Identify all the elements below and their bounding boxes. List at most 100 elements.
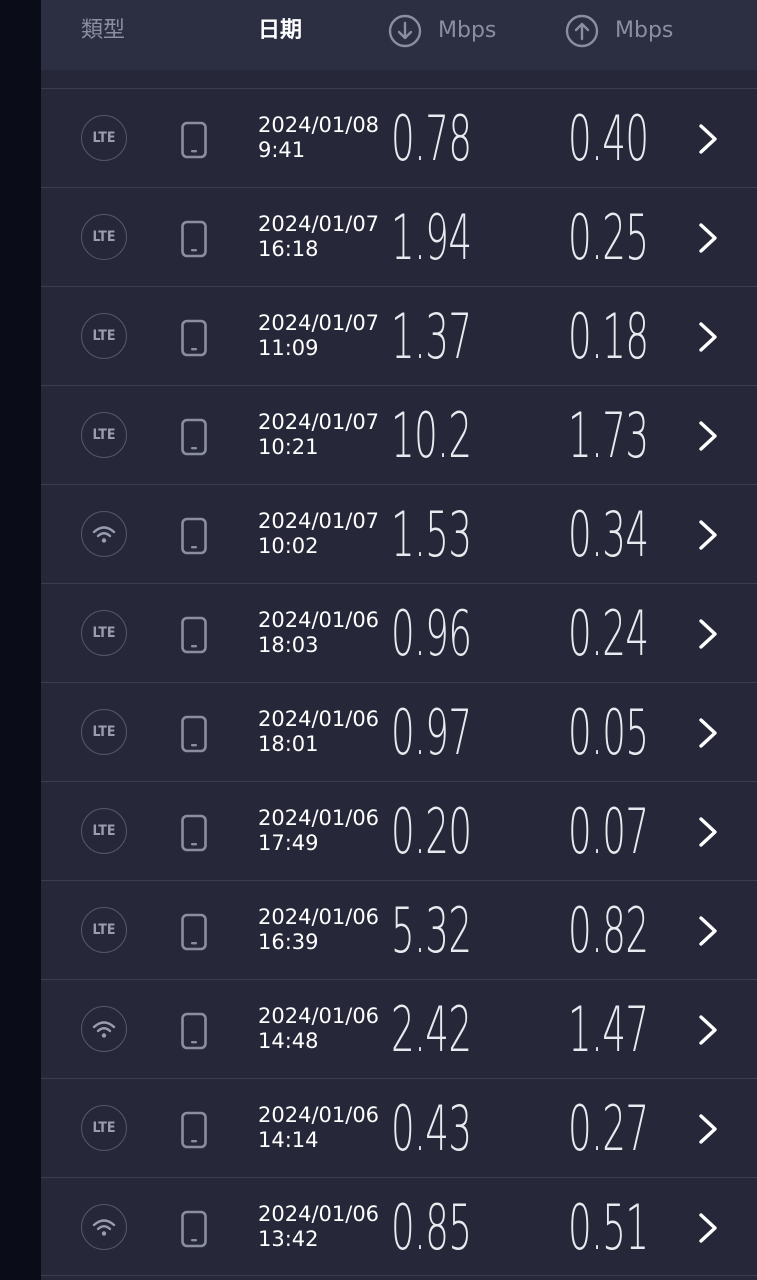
- connection-type-badge: LTE: [81, 313, 127, 359]
- download-speed: 0.43: [391, 1092, 472, 1165]
- connection-type-badge: LTE: [81, 115, 127, 161]
- chevron-right-icon[interactable]: [697, 519, 719, 551]
- result-datetime: 2024/01/07 16:18: [258, 212, 379, 262]
- upload-speed: 0.07: [568, 795, 649, 868]
- result-date: 2024/01/06: [258, 1103, 380, 1127]
- results-header: 類型 日期 Mbps Mbps: [41, 0, 757, 70]
- result-date: 2024/01/06: [258, 806, 380, 830]
- result-row[interactable]: LTE 2024/01/07 11:09 1.37 0.18: [41, 286, 757, 385]
- download-speed: 0.20: [391, 795, 472, 868]
- connection-type-badge: LTE: [81, 412, 127, 458]
- download-speed: 1.37: [391, 300, 472, 373]
- chevron-right-icon[interactable]: [697, 1113, 719, 1145]
- header-download-unit: Mbps: [438, 18, 497, 43]
- result-time: 14:14: [258, 1128, 319, 1152]
- phone-icon: [180, 1111, 208, 1149]
- result-datetime: 2024/01/06 16:39: [258, 905, 379, 955]
- result-row[interactable]: LTE 2024/01/06 17:49 0.20 0.07: [41, 781, 757, 880]
- result-time: 18:03: [258, 633, 319, 657]
- chevron-right-icon[interactable]: [697, 1014, 719, 1046]
- result-time: 11:09: [258, 336, 319, 360]
- wifi-icon: [81, 1204, 127, 1250]
- header-upload-column[interactable]: Mbps: [565, 14, 673, 48]
- result-time: 14:48: [258, 1029, 319, 1053]
- header-date-label[interactable]: 日期: [258, 14, 302, 48]
- chevron-right-icon[interactable]: [697, 816, 719, 848]
- phone-icon: [180, 319, 208, 357]
- chevron-right-icon[interactable]: [697, 123, 719, 155]
- connection-type-badge: LTE: [81, 214, 127, 260]
- results-list: LTE 2024/01/08 9:41 0.78 0.40 LTE 2024/0…: [41, 88, 757, 1276]
- download-speed: 1.94: [391, 201, 472, 274]
- wifi-icon: [81, 511, 127, 557]
- result-time: 13:42: [258, 1227, 319, 1251]
- chevron-right-icon[interactable]: [697, 717, 719, 749]
- upload-speed: 0.40: [568, 102, 649, 175]
- phone-icon: [180, 418, 208, 456]
- connection-type-badge: LTE: [81, 907, 127, 953]
- upload-speed: 0.18: [568, 300, 649, 373]
- result-row[interactable]: LTE 2024/01/06 14:14 0.43 0.27: [41, 1078, 757, 1177]
- header-download-column[interactable]: Mbps: [388, 14, 496, 48]
- phone-icon: [180, 1012, 208, 1050]
- chevron-right-icon[interactable]: [697, 1212, 719, 1244]
- result-date: 2024/01/06: [258, 905, 380, 929]
- upload-speed: 0.25: [568, 201, 649, 274]
- wifi-icon: [81, 1006, 127, 1052]
- result-datetime: 2024/01/06 13:42: [258, 1202, 379, 1252]
- result-row[interactable]: LTE 2024/01/06 16:39 5.32 0.82: [41, 880, 757, 979]
- result-row[interactable]: LTE 2024/01/07 10:21 10.2 1.73: [41, 385, 757, 484]
- connection-type-badge: LTE: [81, 1105, 127, 1151]
- header-upload-unit: Mbps: [615, 18, 674, 43]
- download-speed: 2.42: [391, 993, 472, 1066]
- result-datetime: 2024/01/07 10:02: [258, 509, 379, 559]
- download-speed: 0.85: [391, 1191, 472, 1264]
- result-row[interactable]: 2024/01/07 10:02 1.53 0.34: [41, 484, 757, 583]
- wifi-icon: [92, 526, 116, 543]
- header-type-label[interactable]: 類型: [81, 14, 125, 48]
- result-datetime: 2024/01/07 11:09: [258, 311, 379, 361]
- result-date: 2024/01/06: [258, 1004, 380, 1028]
- result-datetime: 2024/01/06 18:01: [258, 707, 379, 757]
- phone-icon: [180, 616, 208, 654]
- download-speed: 0.96: [391, 597, 472, 670]
- result-time: 16:18: [258, 237, 319, 261]
- chevron-right-icon[interactable]: [697, 222, 719, 254]
- chevron-right-icon[interactable]: [697, 618, 719, 650]
- result-date: 2024/01/06: [258, 707, 380, 731]
- result-time: 17:49: [258, 831, 319, 855]
- upload-speed: 0.51: [568, 1191, 649, 1264]
- result-row[interactable]: 2024/01/06 14:48 2.42 1.47: [41, 979, 757, 1078]
- result-row[interactable]: 2024/01/06 13:42 0.85 0.51: [41, 1177, 757, 1276]
- result-time: 9:41: [258, 138, 306, 162]
- phone-icon: [180, 121, 208, 159]
- result-time: 16:39: [258, 930, 319, 954]
- result-date: 2024/01/06: [258, 608, 380, 632]
- result-date: 2024/01/06: [258, 1202, 380, 1226]
- arrow-up-circle-icon: [565, 14, 599, 48]
- phone-icon: [180, 715, 208, 753]
- result-date: 2024/01/07: [258, 410, 380, 434]
- wifi-icon: [92, 1219, 116, 1236]
- upload-speed: 0.24: [568, 597, 649, 670]
- upload-speed: 1.47: [568, 993, 649, 1066]
- result-time: 10:02: [258, 534, 319, 558]
- download-speed: 10.2: [391, 399, 472, 472]
- result-datetime: 2024/01/08 9:41: [258, 113, 379, 163]
- result-datetime: 2024/01/06 18:03: [258, 608, 379, 658]
- phone-icon: [180, 1210, 208, 1248]
- result-datetime: 2024/01/06 14:48: [258, 1004, 379, 1054]
- results-panel: 類型 日期 Mbps Mbps LTE 2024/01/08 9:41 0.78…: [41, 0, 757, 1280]
- result-row[interactable]: LTE 2024/01/06 18:01 0.97 0.05: [41, 682, 757, 781]
- result-row[interactable]: LTE 2024/01/06 18:03 0.96 0.24: [41, 583, 757, 682]
- upload-speed: 0.27: [568, 1092, 649, 1165]
- chevron-right-icon[interactable]: [697, 321, 719, 353]
- chevron-right-icon[interactable]: [697, 420, 719, 452]
- phone-icon: [180, 814, 208, 852]
- result-row[interactable]: LTE 2024/01/07 16:18 1.94 0.25: [41, 187, 757, 286]
- result-time: 10:21: [258, 435, 319, 459]
- result-row[interactable]: LTE 2024/01/08 9:41 0.78 0.40: [41, 88, 757, 187]
- connection-type-badge: LTE: [81, 709, 127, 755]
- connection-type-badge: LTE: [81, 610, 127, 656]
- chevron-right-icon[interactable]: [697, 915, 719, 947]
